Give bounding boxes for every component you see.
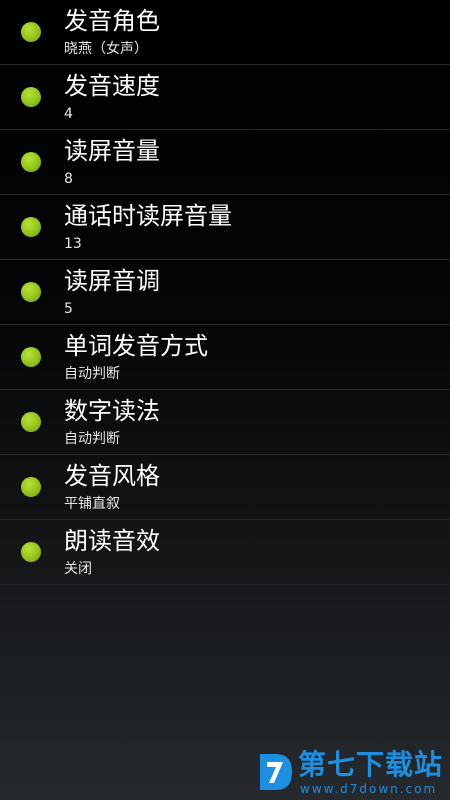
setting-screen-reader-pitch[interactable]: 读屏音调 5	[0, 260, 450, 325]
setting-reading-sound-effect[interactable]: 朗读音效 关闭	[0, 520, 450, 585]
setting-title: 发音角色	[64, 7, 160, 35]
setting-value: 5	[64, 301, 73, 317]
d7down-logo-icon	[260, 754, 292, 790]
setting-title: 读屏音量	[64, 137, 160, 165]
site-watermark: 第七下载站 www.d7down.com	[256, 748, 448, 798]
status-dot-icon	[21, 22, 41, 42]
watermark-url: www.d7down.com	[300, 782, 438, 796]
setting-word-pronunciation[interactable]: 单词发音方式 自动判断	[0, 325, 450, 390]
setting-value: 晓燕（女声）	[64, 41, 148, 57]
settings-list: 发音角色 晓燕（女声） 发音速度 4 读屏音量 8 通话时读屏音量 13 读屏音…	[0, 0, 450, 585]
setting-value: 8	[64, 171, 73, 187]
setting-voice-role[interactable]: 发音角色 晓燕（女声）	[0, 0, 450, 65]
setting-title: 通话时读屏音量	[64, 202, 232, 230]
setting-call-reader-volume[interactable]: 通话时读屏音量 13	[0, 195, 450, 260]
status-dot-icon	[21, 217, 41, 237]
setting-value: 4	[64, 106, 73, 122]
setting-title: 发音风格	[64, 462, 160, 490]
status-dot-icon	[21, 282, 41, 302]
setting-number-reading[interactable]: 数字读法 自动判断	[0, 390, 450, 455]
setting-screen-reader-volume[interactable]: 读屏音量 8	[0, 130, 450, 195]
setting-speech-style[interactable]: 发音风格 平铺直叙	[0, 455, 450, 520]
setting-title: 朗读音效	[64, 527, 160, 555]
setting-title: 数字读法	[64, 397, 160, 425]
setting-value: 13	[64, 236, 82, 252]
status-dot-icon	[21, 87, 41, 107]
setting-speech-rate[interactable]: 发音速度 4	[0, 65, 450, 130]
setting-value: 自动判断	[64, 366, 120, 382]
setting-value: 平铺直叙	[64, 496, 120, 512]
status-dot-icon	[21, 477, 41, 497]
setting-title: 读屏音调	[64, 267, 160, 295]
setting-title: 发音速度	[64, 72, 160, 100]
status-dot-icon	[21, 152, 41, 172]
status-dot-icon	[21, 412, 41, 432]
status-dot-icon	[21, 542, 41, 562]
setting-value: 自动判断	[64, 431, 120, 447]
setting-title: 单词发音方式	[64, 332, 208, 360]
status-dot-icon	[21, 347, 41, 367]
watermark-site-name: 第七下载站	[298, 748, 444, 781]
setting-value: 关闭	[64, 561, 92, 577]
